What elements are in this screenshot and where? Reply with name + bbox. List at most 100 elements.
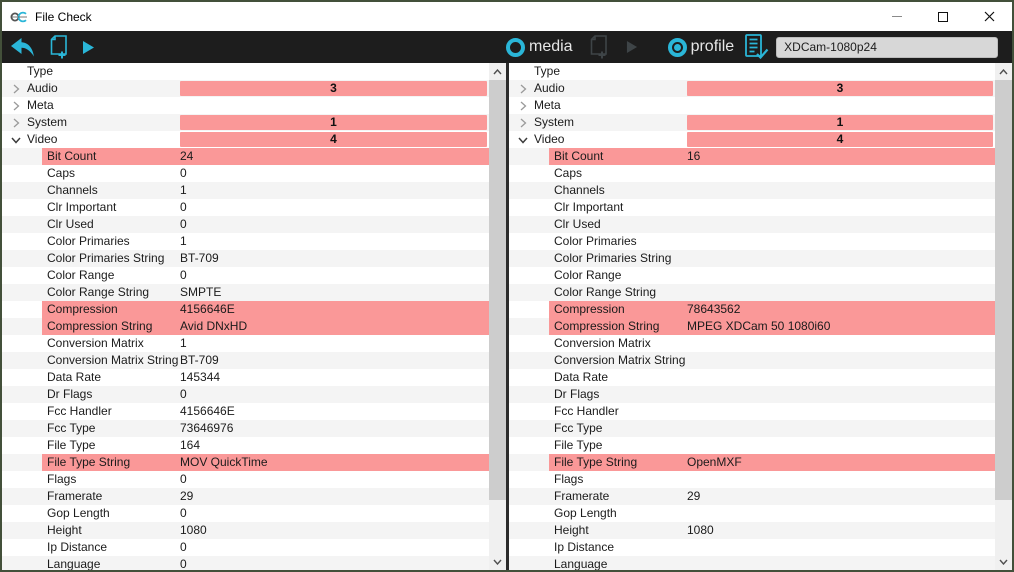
- scroll-down-button[interactable]: [995, 553, 1012, 570]
- tree-row-ip-distance[interactable]: Ip Distance 0: [2, 539, 489, 556]
- tree-row-conversion-matrix[interactable]: Conversion Matrix: [509, 335, 995, 352]
- tree-row-file-type[interactable]: File Type: [509, 437, 995, 454]
- chevron-right-icon[interactable]: [517, 100, 529, 112]
- maximize-button[interactable]: [920, 2, 966, 31]
- profile-checklist-button[interactable]: [742, 33, 769, 61]
- row-label: Color Primaries: [47, 234, 130, 248]
- tree-row-meta[interactable]: Meta: [2, 97, 489, 114]
- tree-row-height[interactable]: Height 1080: [509, 522, 995, 539]
- run-check-button[interactable]: [82, 40, 95, 55]
- mismatch-highlight: [42, 148, 489, 165]
- tree-row-compression-string[interactable]: Compression String Avid DNxHD: [2, 318, 489, 335]
- minimize-button[interactable]: [874, 2, 920, 31]
- tree-row-video[interactable]: Video 4: [509, 131, 995, 148]
- media-vertical-scrollbar[interactable]: [489, 63, 506, 570]
- row-value: 0: [180, 557, 187, 570]
- tree-row-channels[interactable]: Channels: [509, 182, 995, 199]
- row-value: 1080: [180, 523, 207, 537]
- tree-row-color-range[interactable]: Color Range 0: [2, 267, 489, 284]
- tree-row-gop-length[interactable]: Gop Length 0: [2, 505, 489, 522]
- media-radio[interactable]: [506, 37, 525, 57]
- tree-row-color-primaries-string[interactable]: Color Primaries String: [509, 250, 995, 267]
- back-undo-button[interactable]: [8, 37, 35, 58]
- row-value: 0: [180, 506, 187, 520]
- tree-row-fcc-type[interactable]: Fcc Type: [509, 420, 995, 437]
- scroll-thumb[interactable]: [995, 80, 1012, 500]
- tree-row-framerate[interactable]: Framerate 29: [509, 488, 995, 505]
- chevron-right-icon[interactable]: [10, 83, 22, 95]
- tree-row-language[interactable]: Language: [509, 556, 995, 570]
- tree-row-color-range-string[interactable]: Color Range String: [509, 284, 995, 301]
- close-button[interactable]: [966, 2, 1012, 31]
- tree-row-file-type-string[interactable]: File Type String MOV QuickTime: [2, 454, 489, 471]
- row-label: Fcc Type: [554, 421, 603, 435]
- tree-row-bit-count[interactable]: Bit Count 24: [2, 148, 489, 165]
- row-label: Channels: [47, 183, 98, 197]
- tree-row-clr-important[interactable]: Clr Important: [509, 199, 995, 216]
- tree-row-data-rate[interactable]: Data Rate: [509, 369, 995, 386]
- tree-row-clr-used[interactable]: Clr Used 0: [2, 216, 489, 233]
- column-header-type[interactable]: Type: [2, 63, 489, 80]
- tree-row-color-range[interactable]: Color Range: [509, 267, 995, 284]
- scroll-up-button[interactable]: [489, 63, 506, 80]
- scroll-up-button[interactable]: [995, 63, 1012, 80]
- tree-row-language[interactable]: Language 0: [2, 556, 489, 570]
- tree-row-dr-flags[interactable]: Dr Flags: [509, 386, 995, 403]
- tree-row-color-range-string[interactable]: Color Range String SMPTE: [2, 284, 489, 301]
- tree-row-bit-count[interactable]: Bit Count 16: [509, 148, 995, 165]
- tree-row-data-rate[interactable]: Data Rate 145344: [2, 369, 489, 386]
- chevron-down-icon[interactable]: [517, 134, 529, 146]
- tree-row-compression[interactable]: Compression 4156646E: [2, 301, 489, 318]
- tree-row-fcc-handler[interactable]: Fcc Handler 4156646E: [2, 403, 489, 420]
- scroll-track[interactable]: [489, 80, 506, 553]
- tree-row-system[interactable]: System 1: [2, 114, 489, 131]
- scroll-thumb[interactable]: [489, 80, 506, 500]
- chevron-right-icon[interactable]: [10, 100, 22, 112]
- tree-row-caps[interactable]: Caps 0: [2, 165, 489, 182]
- add-file-button[interactable]: [47, 34, 70, 60]
- column-header-type[interactable]: Type: [509, 63, 995, 80]
- row-value: 4156646E: [180, 302, 235, 316]
- tree-row-color-primaries[interactable]: Color Primaries 1: [2, 233, 489, 250]
- tree-row-flags[interactable]: Flags: [509, 471, 995, 488]
- tree-row-dr-flags[interactable]: Dr Flags 0: [2, 386, 489, 403]
- tree-row-channels[interactable]: Channels 1: [2, 182, 489, 199]
- tree-row-conversion-matrix-string[interactable]: Conversion Matrix String: [509, 352, 995, 369]
- tree-row-conversion-matrix-string[interactable]: Conversion Matrix String BT-709: [2, 352, 489, 369]
- tree-row-conversion-matrix[interactable]: Conversion Matrix 1: [2, 335, 489, 352]
- profile-radio[interactable]: [667, 37, 687, 57]
- tree-row-file-type-string[interactable]: File Type String OpenMXF: [509, 454, 995, 471]
- tree-row-fcc-type[interactable]: Fcc Type 73646976: [2, 420, 489, 437]
- tree-row-ip-distance[interactable]: Ip Distance: [509, 539, 995, 556]
- tree-row-gop-length[interactable]: Gop Length: [509, 505, 995, 522]
- tree-row-video[interactable]: Video 4: [2, 131, 489, 148]
- chevron-down-icon[interactable]: [10, 134, 22, 146]
- profile-name-input[interactable]: [776, 36, 999, 58]
- chevron-right-icon[interactable]: [517, 83, 529, 95]
- tree-row-color-primaries-string[interactable]: Color Primaries String BT-709: [2, 250, 489, 267]
- tree-row-clr-important[interactable]: Clr Important 0: [2, 199, 489, 216]
- tree-row-fcc-handler[interactable]: Fcc Handler: [509, 403, 995, 420]
- tree-row-height[interactable]: Height 1080: [2, 522, 489, 539]
- tree-row-caps[interactable]: Caps: [509, 165, 995, 182]
- chevron-right-icon[interactable]: [517, 117, 529, 129]
- profile-vertical-scrollbar[interactable]: [995, 63, 1012, 570]
- run-media-button[interactable]: [626, 40, 638, 54]
- tree-row-clr-used[interactable]: Clr Used: [509, 216, 995, 233]
- tree-row-flags[interactable]: Flags 0: [2, 471, 489, 488]
- tree-row-color-primaries[interactable]: Color Primaries: [509, 233, 995, 250]
- tree-row-file-type[interactable]: File Type 164: [2, 437, 489, 454]
- tree-row-framerate[interactable]: Framerate 29: [2, 488, 489, 505]
- tree-row-meta[interactable]: Meta: [509, 97, 995, 114]
- row-value: 0: [180, 200, 187, 214]
- scroll-track[interactable]: [995, 80, 1012, 553]
- tree-row-compression-string[interactable]: Compression String MPEG XDCam 50 1080i60: [509, 318, 995, 335]
- chevron-right-icon[interactable]: [10, 117, 22, 129]
- scroll-down-button[interactable]: [489, 553, 506, 570]
- tree-row-compression[interactable]: Compression 78643562: [509, 301, 995, 318]
- tree-row-audio[interactable]: Audio 3: [509, 80, 995, 97]
- row-value: SMPTE: [180, 285, 222, 299]
- add-media-file-button[interactable]: [587, 34, 610, 60]
- tree-row-system[interactable]: System 1: [509, 114, 995, 131]
- tree-row-audio[interactable]: Audio 3: [2, 80, 489, 97]
